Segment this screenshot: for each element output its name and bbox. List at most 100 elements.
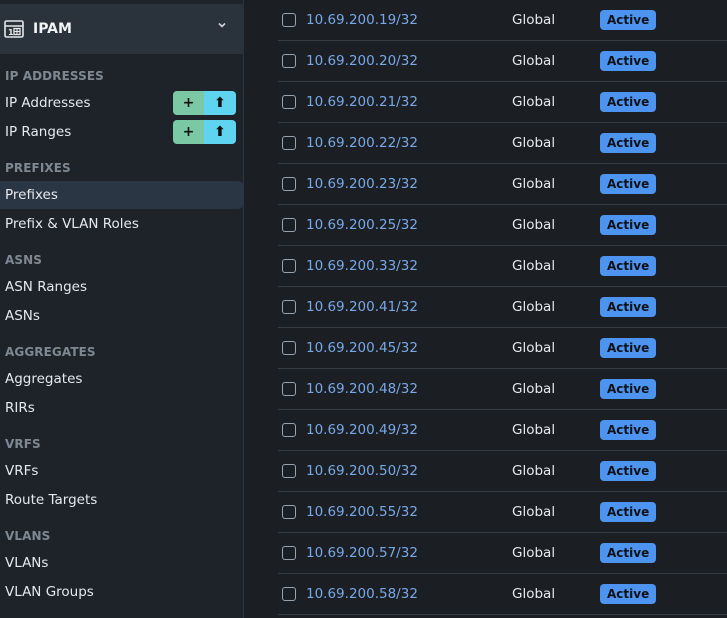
prefix-link[interactable]: 10.69.200.48/32: [306, 380, 418, 398]
prefix-link[interactable]: 10.69.200.19/32: [306, 11, 418, 29]
status-badge: Active: [600, 256, 657, 276]
table-row: 10.69.200.57/32 Global Active: [278, 533, 727, 574]
prefix-link[interactable]: 10.69.200.23/32: [306, 175, 418, 193]
section-heading-vlans: VLANS: [5, 529, 51, 543]
vrf-cell: Global: [512, 463, 556, 479]
sidebar-item-label: Route Targets: [5, 492, 98, 508]
status-badge: Active: [600, 51, 657, 71]
row-checkbox[interactable]: [282, 259, 296, 273]
sidebar-item-vrfs[interactable]: VRFs: [0, 457, 244, 485]
vrf-cell: Global: [512, 135, 556, 151]
sidebar-item-prefixes[interactable]: Prefixes: [0, 181, 244, 209]
sidebar-item-label: IP Addresses: [5, 95, 91, 111]
sidebar-item-asn-ranges[interactable]: ASN Ranges: [0, 273, 244, 301]
add-ip-address-button[interactable]: +: [173, 91, 204, 115]
plus-icon: +: [182, 124, 195, 140]
status-badge: Active: [600, 584, 657, 604]
prefix-link[interactable]: 10.69.200.22/32: [306, 134, 418, 152]
table-row: 10.69.200.50/32 Global Active: [278, 451, 727, 492]
status-badge: Active: [600, 420, 657, 440]
row-checkbox[interactable]: [282, 177, 296, 191]
add-ip-range-button[interactable]: +: [173, 120, 204, 144]
prefix-link[interactable]: 10.69.200.41/32: [306, 298, 418, 316]
section-heading-aggregates: AGGREGATES: [5, 345, 96, 359]
sidebar-item-label: IP Ranges: [5, 124, 72, 140]
table-row: 10.69.200.48/32 Global Active: [278, 369, 727, 410]
section-heading-prefixes: PREFIXES: [5, 161, 71, 175]
prefix-table: 10.69.200.19/32 Global Active 10.69.200.20/…: [278, 0, 727, 618]
status-badge: Active: [600, 92, 657, 112]
sidebar-item-aggregates[interactable]: Aggregates: [0, 365, 244, 393]
row-checkbox[interactable]: [282, 546, 296, 560]
row-checkbox[interactable]: [282, 136, 296, 150]
sidebar-item-vlans[interactable]: VLANs: [0, 549, 244, 577]
prefix-link[interactable]: 10.69.200.49/32: [306, 421, 418, 439]
row-checkbox[interactable]: [282, 341, 296, 355]
sidebar-item-label: VRFs: [5, 463, 39, 479]
status-badge: Active: [600, 215, 657, 235]
row-checkbox[interactable]: [282, 300, 296, 314]
table-row: 10.69.200.58/32 Global Active: [278, 574, 727, 615]
section-heading-ip-addresses: IP ADDRESSES: [5, 69, 104, 83]
vrf-cell: Global: [512, 340, 556, 356]
table-row: 10.69.200.41/32 Global Active: [278, 287, 727, 328]
sidebar-item-label: Prefixes: [5, 187, 58, 203]
row-checkbox[interactable]: [282, 382, 296, 396]
prefix-link[interactable]: 10.69.200.21/32: [306, 93, 418, 111]
row-checkbox[interactable]: [282, 505, 296, 519]
prefix-link[interactable]: 10.69.200.45/32: [306, 339, 418, 357]
upload-icon: ⬆: [214, 95, 226, 111]
sidebar-item-route-targets[interactable]: Route Targets: [0, 486, 244, 514]
vrf-cell: Global: [512, 53, 556, 69]
ip-addresses-actions: + ⬆: [173, 91, 236, 115]
vrf-cell: Global: [512, 176, 556, 192]
status-badge: Active: [600, 297, 657, 317]
sidebar-item-prefix-vlan-roles[interactable]: Prefix & VLAN Roles: [0, 210, 244, 238]
import-ip-addresses-button[interactable]: ⬆: [204, 91, 236, 115]
vrf-cell: Global: [512, 586, 556, 602]
table-row: 10.69.200.55/32 Global Active: [278, 492, 727, 533]
sidebar-item-rirs[interactable]: RIRs: [0, 394, 244, 422]
status-badge: Active: [600, 10, 657, 30]
table-row: 10.69.200.25/32 Global Active: [278, 205, 727, 246]
row-checkbox[interactable]: [282, 218, 296, 232]
vrf-cell: Global: [512, 12, 556, 28]
ipam-icon: 1: [4, 20, 24, 38]
status-badge: Active: [600, 133, 657, 153]
row-checkbox[interactable]: [282, 13, 296, 27]
vrf-cell: Global: [512, 94, 556, 110]
sidebar-item-vlan-groups[interactable]: VLAN Groups: [0, 578, 244, 606]
prefix-link[interactable]: 10.69.200.50/32: [306, 462, 418, 480]
sidebar-item-label: ASNs: [5, 308, 40, 324]
sidebar-item-label: ASN Ranges: [5, 279, 88, 295]
ipam-menu-header[interactable]: 1 IPAM: [0, 4, 244, 54]
sidebar-item-label: VLAN Groups: [5, 584, 94, 600]
row-checkbox[interactable]: [282, 54, 296, 68]
table-row: 10.69.200.45/32 Global Active: [278, 328, 727, 369]
vrf-cell: Global: [512, 299, 556, 315]
sidebar-item-asns[interactable]: ASNs: [0, 302, 244, 330]
prefix-link[interactable]: 10.69.200.58/32: [306, 585, 418, 603]
ip-ranges-actions: + ⬆: [173, 120, 236, 144]
prefix-link[interactable]: 10.69.200.55/32: [306, 503, 418, 521]
status-badge: Active: [600, 543, 657, 563]
status-badge: Active: [600, 461, 657, 481]
import-ip-ranges-button[interactable]: ⬆: [204, 120, 236, 144]
status-badge: Active: [600, 174, 657, 194]
plus-icon: +: [182, 95, 195, 111]
sidebar: 1 IPAM IP ADDRESSES IP Addresses + ⬆ IP …: [0, 0, 244, 618]
prefix-link[interactable]: 10.69.200.33/32: [306, 257, 418, 275]
prefix-link[interactable]: 10.69.200.57/32: [306, 544, 418, 562]
row-checkbox[interactable]: [282, 423, 296, 437]
row-checkbox[interactable]: [282, 464, 296, 478]
vrf-cell: Global: [512, 217, 556, 233]
table-row: 10.69.200.22/32 Global Active: [278, 123, 727, 164]
prefix-link[interactable]: 10.69.200.20/32: [306, 52, 418, 70]
prefix-link[interactable]: 10.69.200.25/32: [306, 216, 418, 234]
row-checkbox[interactable]: [282, 95, 296, 109]
row-checkbox[interactable]: [282, 587, 296, 601]
table-row: 10.69.200.33/32 Global Active: [278, 246, 727, 287]
vrf-cell: Global: [512, 258, 556, 274]
section-heading-vrfs: VRFS: [5, 437, 41, 451]
status-badge: Active: [600, 379, 657, 399]
